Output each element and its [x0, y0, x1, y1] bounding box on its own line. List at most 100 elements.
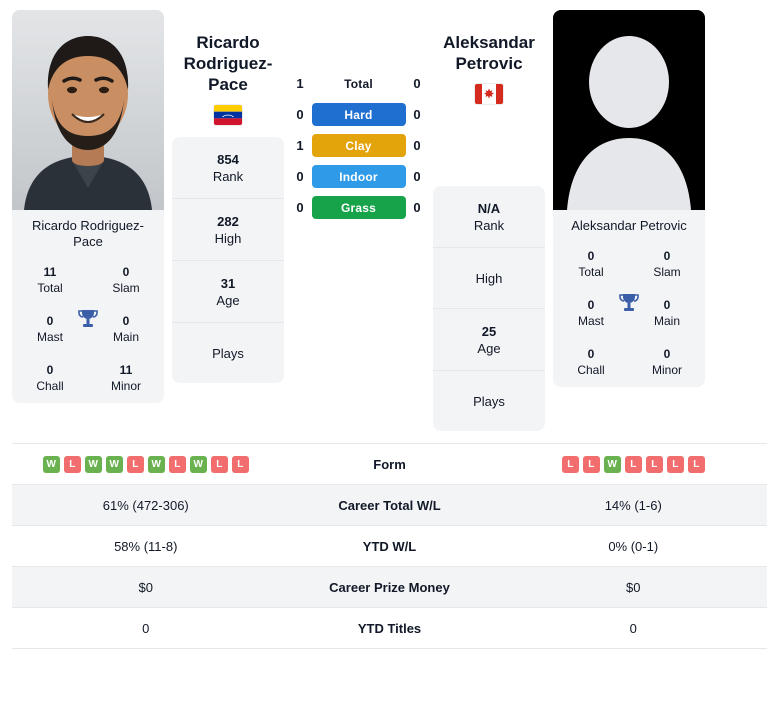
row-label: Career Prize Money [329, 579, 450, 595]
right-player-firstname: Aleksandar [443, 33, 535, 52]
meta-row: Plays [433, 371, 545, 431]
meta-value: 282 [217, 214, 239, 229]
surface-label-hard[interactable]: Hard [311, 103, 406, 126]
meta-label: Age [477, 341, 501, 356]
meta-label: Plays [473, 394, 505, 409]
stat-label: Minor [651, 363, 682, 377]
meta-label: Rank [212, 169, 244, 184]
stat-cell: 0 Minor [629, 338, 705, 387]
stat-label: Slam [112, 281, 140, 295]
form-badge: W [147, 455, 165, 473]
meta-label: High [475, 271, 503, 286]
stat-cell: 0 Chall [12, 354, 88, 403]
right-player-title: Aleksandar Petrovic [443, 32, 535, 74]
table-row: 61% (472-306) Career Total W/L 14% (1-6) [12, 485, 767, 526]
stat-label: Chall [577, 363, 605, 377]
left-player-firstname: Ricardo [196, 33, 260, 52]
trophy-icon [75, 306, 101, 332]
left-player-stats: 11 Total 0 Slam 0 Mast 0 Main 0 Chall 11… [12, 256, 164, 403]
comparison-table: W L W W L W L W L L Form L L W L L L L 6… [12, 444, 767, 649]
stat-value: 0 [122, 265, 130, 279]
right-meta-card: N/A Rank High 25 Age Plays [433, 186, 545, 431]
form-badge: L [624, 455, 642, 473]
surface-left-score: 1 [296, 138, 304, 153]
table-row-form: W L W W L W L W L L Form L L W L L L L [12, 444, 767, 485]
right-player-stats: 0 Total 0 Slam 0 Mast 0 Main 0 Chall 0 M… [553, 240, 705, 387]
player-comparison-page: Ricardo Rodriguez-Pace 11 Total 0 Slam 0… [0, 0, 779, 719]
right-player-card[interactable]: Aleksandar Petrovic 0 Total 0 Slam 0 Mas… [553, 10, 705, 387]
table-row: 58% (11-8) YTD W/L 0% (0-1) [12, 526, 767, 567]
stat-cell: 11 Minor [88, 354, 164, 403]
surface-left-score: 0 [296, 169, 304, 184]
table-row: $0 Career Prize Money $0 [12, 567, 767, 608]
right-player-photo [553, 10, 705, 210]
meta-row: 854 Rank [172, 137, 284, 199]
meta-row: N/A Rank [433, 186, 545, 248]
right-value: 14% (1-6) [604, 497, 662, 513]
surface-label-grass[interactable]: Grass [311, 196, 406, 219]
surface-label-total: Total [344, 76, 373, 91]
stat-cell: 0 Slam [88, 256, 164, 305]
meta-value: 25 [481, 324, 497, 339]
meta-label: Rank [473, 218, 505, 233]
stat-label: Slam [653, 265, 681, 279]
left-player-name: Ricardo Rodriguez-Pace [32, 218, 144, 249]
form-badge: L [168, 455, 186, 473]
surface-left-score: 1 [296, 76, 304, 91]
form-badge: L [582, 455, 600, 473]
form-badge: L [126, 455, 144, 473]
surface-row-total: 1 Total 0 [292, 72, 425, 95]
form-badge: L [210, 455, 228, 473]
form-badge: L [666, 455, 684, 473]
surface-right-score: 0 [413, 138, 421, 153]
left-value: 58% (11-8) [114, 538, 178, 554]
trophy-icon [616, 290, 642, 316]
form-badge: W [105, 455, 123, 473]
stat-value: 11 [119, 363, 133, 377]
row-label: Form [373, 456, 406, 472]
surface-label-indoor[interactable]: Indoor [311, 165, 406, 188]
form-badge: W [189, 455, 207, 473]
stat-cell: 11 Total [12, 256, 88, 305]
canada-flag-icon [475, 84, 503, 104]
surface-left-score: 0 [296, 200, 304, 215]
stat-value: 0 [46, 363, 54, 377]
meta-value: N/A [477, 201, 501, 216]
surface-right-score: 0 [413, 200, 421, 215]
form-badge: W [42, 455, 60, 473]
left-player-card[interactable]: Ricardo Rodriguez-Pace 11 Total 0 Slam 0… [12, 10, 164, 403]
table-row: 0 YTD Titles 0 [12, 608, 767, 649]
stat-label: Total [37, 281, 63, 295]
surface-row-hard: 0 Hard 0 [292, 103, 425, 126]
surface-row-indoor: 0 Indoor 0 [292, 165, 425, 188]
row-label: YTD Titles [357, 620, 422, 636]
meta-label: Plays [212, 346, 244, 361]
surface-right-score: 0 [413, 169, 421, 184]
meta-row: High [433, 248, 545, 309]
left-form-badges: W L W W L W L W L L [12, 455, 280, 473]
surface-row-grass: 0 Grass 0 [292, 196, 425, 219]
right-value: $0 [626, 579, 641, 595]
surface-label-clay[interactable]: Clay [311, 134, 406, 157]
meta-row: Plays [172, 323, 284, 383]
meta-row: 25 Age [433, 309, 545, 371]
form-badge: W [84, 455, 102, 473]
form-badge: L [231, 455, 249, 473]
meta-value: 854 [217, 152, 239, 167]
stat-value: 0 [663, 347, 671, 361]
form-badge: L [687, 455, 705, 473]
meta-label: High [214, 231, 242, 246]
left-player-lastname: Rodriguez-Pace [183, 54, 273, 94]
row-label: Career Total W/L [338, 497, 441, 513]
right-name-column: Aleksandar Petrovic N/A Rank High 25 Age… [433, 10, 545, 431]
surface-left-score: 0 [296, 107, 304, 122]
left-player-title: Ricardo Rodriguez-Pace [172, 32, 284, 95]
stat-value: 0 [587, 347, 595, 361]
left-player-photo [12, 10, 164, 210]
row-label: YTD W/L [362, 538, 417, 554]
right-player-name: Aleksandar Petrovic [571, 218, 687, 233]
meta-row: 282 High [172, 199, 284, 261]
stat-value: 0 [587, 249, 595, 263]
surface-right-score: 0 [413, 76, 421, 91]
form-badge: L [63, 455, 81, 473]
